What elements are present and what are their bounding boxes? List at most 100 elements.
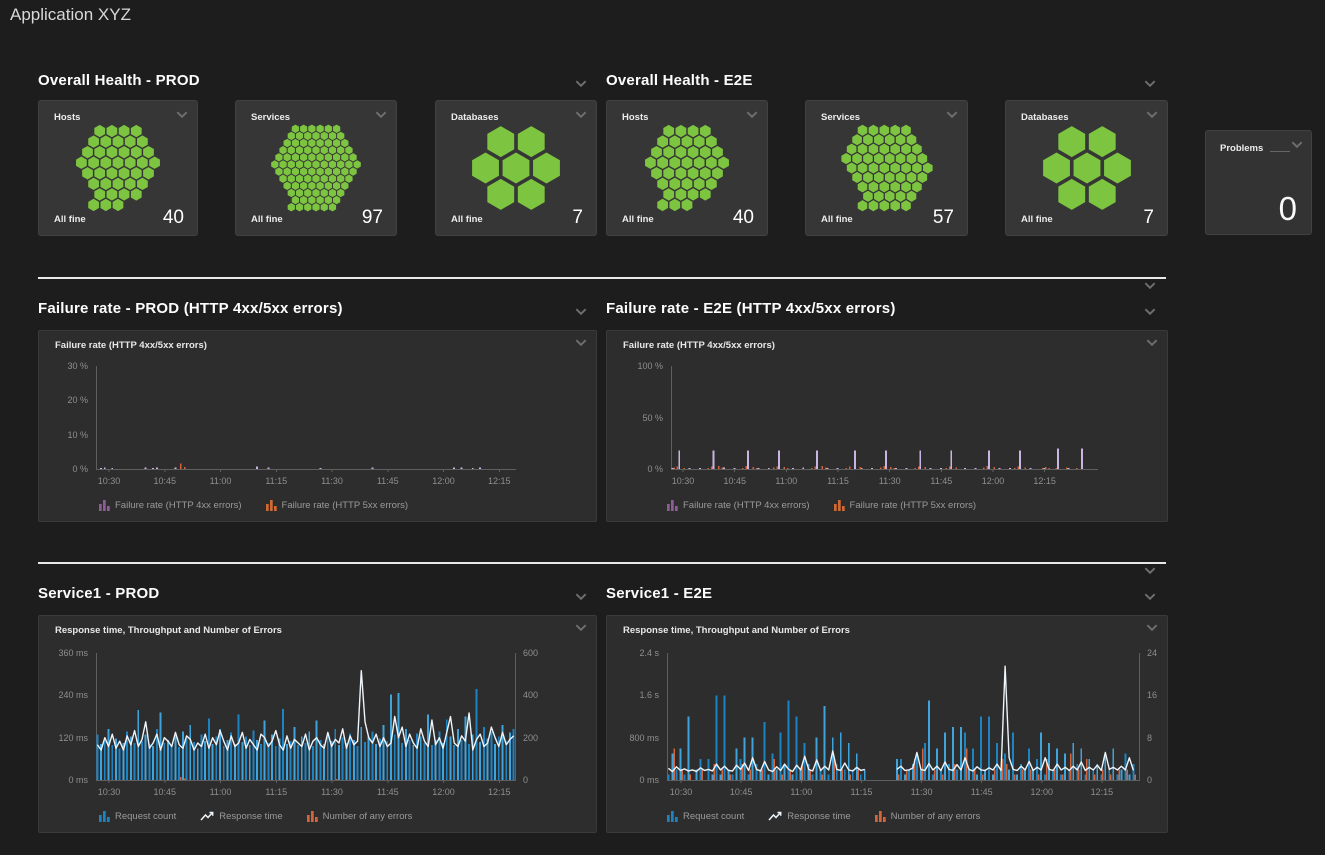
honeycomb-hex[interactable] [874,172,884,183]
honeycomb-hex[interactable] [676,167,687,179]
honeycomb-hex[interactable] [349,167,356,175]
honeycomb-hex[interactable] [300,196,307,204]
honeycomb-hex[interactable] [852,153,862,164]
chevron-down-icon[interactable] [575,624,587,631]
honeycomb-hex[interactable] [304,160,311,168]
honeycomb-hex[interactable] [88,157,99,169]
honeycomb-hex[interactable] [292,167,299,175]
honeycomb-hex[interactable] [349,153,356,161]
honeycomb-hex[interactable] [669,178,680,190]
honeycomb-hex[interactable] [712,167,723,179]
honeycomb-hex[interactable] [119,167,130,179]
honeycomb-hex[interactable] [657,199,668,211]
health-tile-databases-prod[interactable]: Databases All fine 7 [435,100,597,236]
honeycomb-hex[interactable] [906,134,916,145]
honeycomb-hex[interactable] [912,144,922,155]
honeycomb-hex[interactable] [676,188,687,200]
honeycomb-hex[interactable] [879,162,889,173]
honeycomb-hex[interactable] [316,167,323,175]
honeycomb-hex[interactable] [312,160,319,168]
honeycomb-hex[interactable] [76,157,87,169]
honeycomb-hex[interactable] [292,182,299,190]
problems-tile[interactable]: Problems 0 [1205,130,1312,235]
honeycomb-hex[interactable] [912,181,922,192]
honeycomb-hex[interactable] [895,172,905,183]
honeycomb-hex[interactable] [308,167,315,175]
honeycomb-hex[interactable] [296,175,303,183]
honeycomb-hex[interactable] [337,146,344,154]
honeycomb-hex[interactable] [82,167,93,179]
honeycomb-hex[interactable] [700,146,711,158]
honeycomb-hex[interactable] [1043,153,1070,184]
honeycomb-hex[interactable] [284,182,291,190]
honeycomb-hex[interactable] [300,182,307,190]
honeycomb-hex[interactable] [879,200,889,211]
honeycomb-hex[interactable] [487,126,514,157]
honeycomb-hex[interactable] [337,175,344,183]
honeycomb-hex[interactable] [682,178,693,190]
honeycomb-hex[interactable] [333,167,340,175]
honeycomb-hex[interactable] [329,203,336,211]
honeycomb-hex[interactable] [694,157,705,169]
honeycomb-hex[interactable] [863,134,873,145]
honeycomb-hex[interactable] [706,135,717,147]
chevron-down-icon[interactable] [1144,593,1156,600]
honeycomb-hex[interactable] [651,146,662,158]
honeycomb-hex[interactable] [288,189,295,197]
honeycomb-hex[interactable] [125,135,136,147]
health-tile-services-e2e[interactable]: Services All fine 57 [805,100,968,236]
honeycomb-hex[interactable] [663,125,674,137]
honeycomb-hex[interactable] [296,203,303,211]
honeycomb-hex[interactable] [901,200,911,211]
honeycomb-hex[interactable] [890,125,900,136]
honeycomb-hex[interactable] [292,196,299,204]
honeycomb-hex[interactable] [100,199,111,211]
honeycomb-hex[interactable] [863,172,873,183]
honeycomb-hex[interactable] [100,157,111,169]
chevron-down-icon[interactable] [1144,567,1156,574]
honeycomb-databases-e2e[interactable] [1017,124,1157,212]
honeycomb-hex[interactable] [676,125,687,137]
honeycomb-hex[interactable] [333,139,340,147]
honeycomb-hex[interactable] [300,125,307,133]
honeycomb-hex[interactable] [113,135,124,147]
honeycomb-hex[interactable] [288,203,295,211]
honeycomb-hex[interactable] [682,135,693,147]
honeycomb-databases-prod[interactable] [446,124,586,212]
honeycomb-hex[interactable] [325,196,332,204]
honeycomb-hex[interactable] [325,182,332,190]
honeycomb-hex[interactable] [143,146,154,158]
honeycomb-hex[interactable] [296,146,303,154]
honeycomb-hex[interactable] [125,157,136,169]
honeycomb-hex[interactable] [304,175,311,183]
honeycomb-hex[interactable] [131,188,142,200]
honeycomb-hex[interactable] [292,153,299,161]
chevron-down-icon[interactable] [746,111,758,118]
chevron-down-icon[interactable] [1291,141,1303,148]
honeycomb-hex[interactable] [279,160,286,168]
honeycomb-hex[interactable] [1058,179,1085,210]
honeycomb-hex[interactable] [107,146,118,158]
honeycomb-hex[interactable] [895,153,905,164]
honeycomb-hex[interactable] [304,189,311,197]
plot-area[interactable] [96,653,518,782]
honeycomb-hex[interactable] [131,167,142,179]
honeycomb-hex[interactable] [879,125,889,136]
honeycomb-hex[interactable] [857,162,867,173]
honeycomb-hex[interactable] [651,167,662,179]
honeycomb-hex[interactable] [341,139,348,147]
chevron-down-icon[interactable] [575,80,587,87]
honeycomb-hex[interactable] [846,162,856,173]
honeycomb-hex[interactable] [325,153,332,161]
honeycomb-hex[interactable] [345,160,352,168]
honeycomb-hex[interactable] [308,182,315,190]
honeycomb-hex[interactable] [895,134,905,145]
honeycomb-hex[interactable] [345,175,352,183]
honeycomb-hex[interactable] [676,146,687,158]
honeycomb-hex[interactable] [316,139,323,147]
honeycomb-hosts-prod[interactable] [48,124,188,212]
honeycomb-hex[interactable] [300,153,307,161]
honeycomb-hex[interactable] [712,146,723,158]
honeycomb-hex[interactable] [846,144,856,155]
honeycomb-hex[interactable] [321,189,328,197]
